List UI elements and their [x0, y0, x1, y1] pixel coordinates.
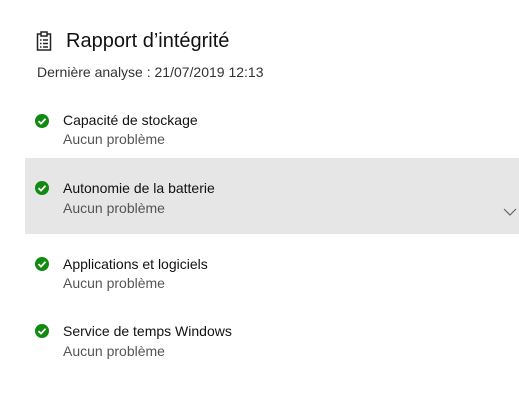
check-circle-icon — [35, 181, 49, 195]
item-status: Aucun problème — [63, 131, 165, 147]
health-item-storage[interactable]: Capacité de stockage Aucun problème — [25, 100, 519, 160]
clipboard-checklist-icon — [36, 31, 52, 51]
last-scan-text: Dernière analyse : 21/07/2019 12:13 — [37, 64, 264, 80]
check-circle-icon — [35, 324, 49, 338]
chevron-down-icon[interactable] — [503, 204, 517, 216]
item-title: Autonomie de la batterie — [63, 180, 215, 196]
item-status: Aucun problème — [63, 343, 165, 359]
check-circle-icon — [35, 114, 49, 128]
health-item-time-service[interactable]: Service de temps Windows Aucun problème — [25, 312, 519, 372]
item-status: Aucun problème — [63, 275, 165, 291]
health-item-apps[interactable]: Applications et logiciels Aucun problème — [25, 245, 519, 305]
health-item-battery[interactable]: Autonomie de la batterie Aucun problème — [25, 158, 519, 234]
item-title: Service de temps Windows — [63, 323, 232, 339]
item-title: Capacité de stockage — [63, 112, 198, 128]
item-title: Applications et logiciels — [63, 256, 208, 272]
item-status: Aucun problème — [63, 200, 165, 216]
header: Rapport d’intégrité — [36, 28, 229, 54]
health-report-page: Rapport d’intégrité Dernière analyse : 2… — [0, 0, 519, 397]
page-title: Rapport d’intégrité — [66, 30, 230, 52]
check-circle-icon — [35, 257, 49, 271]
